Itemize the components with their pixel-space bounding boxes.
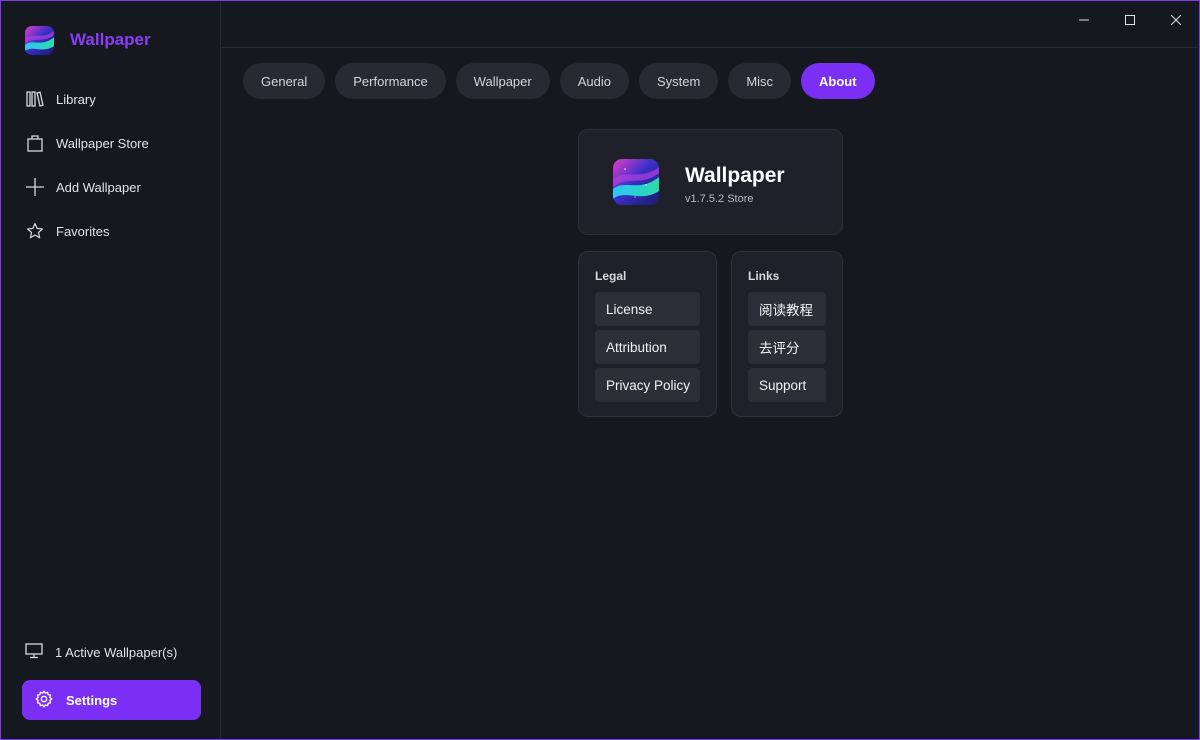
sidebar-item-label: Library [56, 91, 96, 107]
star-icon [25, 221, 45, 241]
tab-general[interactable]: General [243, 63, 326, 99]
links-card: Links 阅读教程 去评分 Support [731, 251, 843, 417]
minimize-button[interactable] [1061, 1, 1107, 39]
plus-icon [25, 177, 45, 197]
settings-button[interactable]: Settings [22, 680, 201, 720]
shopping-bag-icon [25, 133, 45, 153]
monitor-icon [25, 643, 43, 662]
sidebar-item-library[interactable]: Library [1, 77, 221, 121]
sidebar-item-add-wallpaper[interactable]: Add Wallpaper [1, 165, 221, 209]
tab-system[interactable]: System [638, 63, 719, 99]
sidebar-item-favorites[interactable]: Favorites [1, 209, 221, 253]
close-icon [1171, 15, 1181, 25]
library-icon [25, 89, 45, 109]
sidebar: Wallpaper Library Wallpaper Store Add Wa… [1, 1, 221, 739]
window-controls [1061, 1, 1199, 39]
tab-misc[interactable]: Misc [728, 63, 792, 99]
support-link-button[interactable]: Support [748, 368, 826, 402]
settings-label: Settings [66, 692, 118, 708]
brand: Wallpaper [25, 25, 151, 55]
legal-card: Legal License Attribution Privacy Policy [578, 251, 717, 417]
privacy-policy-button[interactable]: Privacy Policy [595, 368, 700, 402]
attribution-button[interactable]: Attribution [595, 330, 700, 364]
tab-about[interactable]: About [801, 63, 875, 99]
license-button[interactable]: License [595, 292, 700, 326]
sidebar-item-label: Favorites [56, 223, 110, 239]
tab-wallpaper[interactable]: Wallpaper [455, 63, 550, 99]
minimize-icon [1079, 19, 1089, 21]
sidebar-item-label: Add Wallpaper [56, 179, 141, 195]
tutorial-link-button[interactable]: 阅读教程 [748, 292, 826, 326]
app-logo-icon [25, 25, 54, 55]
tab-performance[interactable]: Performance [335, 63, 446, 99]
sidebar-item-label: Wallpaper Store [56, 135, 149, 151]
sidebar-nav: Library Wallpaper Store Add Wallpaper Fa… [1, 77, 221, 253]
app-version: v1.7.5.2 Store [685, 193, 754, 205]
links-title: Links [748, 269, 780, 283]
title-bar [222, 1, 1199, 48]
maximize-icon [1125, 15, 1135, 25]
active-wallpaper-label: 1 Active Wallpaper(s) [55, 645, 178, 660]
app-window: Wallpaper Library Wallpaper Store Add Wa… [0, 0, 1200, 740]
settings-tabs: General Performance Wallpaper Audio Syst… [243, 63, 885, 99]
gear-icon [34, 689, 54, 712]
app-name: Wallpaper [685, 164, 785, 187]
rate-link-button[interactable]: 去评分 [748, 330, 826, 364]
sidebar-item-wallpaper-store[interactable]: Wallpaper Store [1, 121, 221, 165]
app-info-card: Wallpaper v1.7.5.2 Store [578, 129, 843, 235]
legal-title: Legal [595, 269, 627, 283]
tab-audio[interactable]: Audio [559, 63, 629, 99]
maximize-button[interactable] [1107, 1, 1153, 39]
app-logo-icon [613, 159, 659, 205]
close-button[interactable] [1153, 1, 1199, 39]
active-wallpaper-status[interactable]: 1 Active Wallpaper(s) [25, 643, 177, 662]
brand-name: Wallpaper [70, 30, 151, 49]
